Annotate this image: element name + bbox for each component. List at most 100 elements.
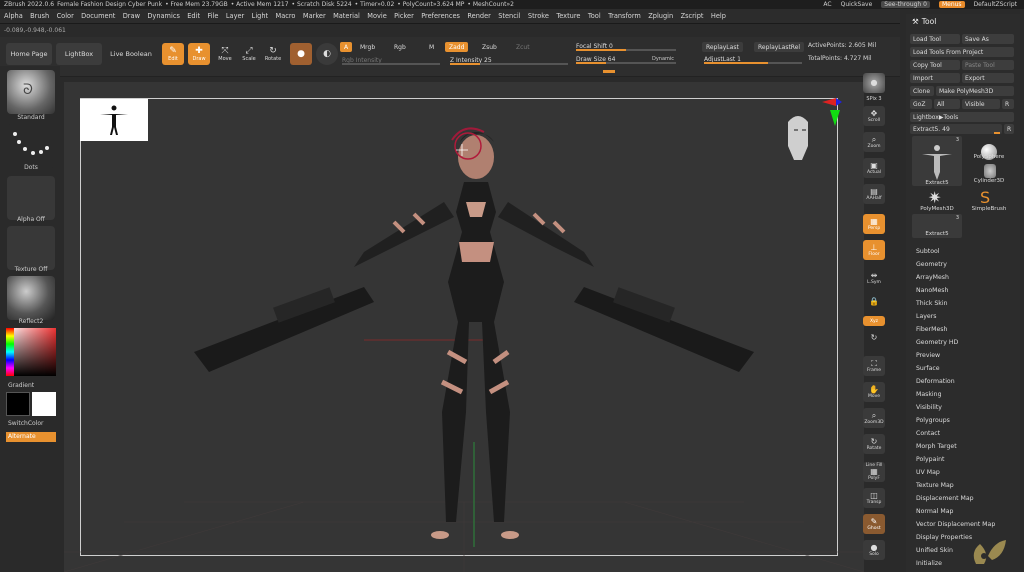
load-tool-button[interactable]: Load Tool [910, 34, 960, 44]
menu-brush[interactable]: Brush [30, 12, 49, 20]
menu-preferences[interactable]: Preferences [421, 12, 460, 20]
section-display-properties[interactable]: Display Properties [916, 534, 972, 541]
adjustlast-slider[interactable]: AdjustLast 1 [704, 54, 802, 64]
tool-thumb-simplebrush-label[interactable]: SimpleBrush [964, 206, 1014, 212]
paste-tool-button[interactable]: Paste Tool [962, 60, 1014, 70]
xyz-toggle[interactable]: Xyz [863, 316, 885, 326]
section-visibility[interactable]: Visibility [916, 404, 942, 411]
menu-marker[interactable]: Marker [303, 12, 326, 20]
move-mode-button[interactable]: ⤧ Move [214, 43, 236, 65]
menu-stencil[interactable]: Stencil [498, 12, 520, 20]
section-surface[interactable]: Surface [916, 365, 940, 372]
texture-thumb[interactable] [7, 226, 55, 270]
copy-tool-button[interactable]: Copy Tool [910, 60, 960, 70]
transp-toggle[interactable]: ◫ Transp [863, 488, 885, 508]
tool-thumb-polymesh3d-label[interactable]: PolyMesh3D [912, 206, 962, 212]
rgb-toggle[interactable]: Rgb [390, 42, 410, 52]
hue-strip[interactable] [6, 328, 14, 376]
tool-slider-r-button[interactable]: R [1004, 124, 1014, 134]
replaylastrel-button[interactable]: ReplayLastRel [754, 42, 805, 52]
load-tools-from-project-button[interactable]: Load Tools From Project [910, 47, 1014, 57]
zsub-toggle[interactable]: Zsub [478, 42, 501, 52]
section-initialize[interactable]: Initialize [916, 560, 942, 567]
section-vector-displacement-map[interactable]: Vector Displacement Map [916, 521, 995, 528]
clone-button[interactable]: Clone [910, 86, 934, 96]
mrgb-toggle[interactable]: Mrgb [356, 42, 379, 52]
alternate-button[interactable]: Alternate [6, 432, 56, 442]
local-symmetry-button[interactable]: ⇹ L.Sym [863, 268, 885, 288]
lightbox-button[interactable]: LightBox [56, 43, 102, 65]
actual-button[interactable]: ▣ Actual [863, 158, 885, 178]
tool-select-slider[interactable]: Extract5. 49 [910, 124, 1002, 134]
section-thick-skin[interactable]: Thick Skin [916, 300, 948, 307]
menu-light[interactable]: Light [252, 12, 268, 20]
section-deformation[interactable]: Deformation [916, 378, 955, 385]
menu-draw[interactable]: Draw [123, 12, 140, 20]
menu-layer[interactable]: Layer [226, 12, 244, 20]
aahalf-button[interactable]: ▤ AAHalf [863, 184, 885, 204]
section-morph-target[interactable]: Morph Target [916, 443, 957, 450]
axis-gizmo[interactable] [822, 98, 842, 126]
default-zscript-button[interactable]: DefaultZScript [974, 1, 1017, 8]
scroll-button[interactable]: ✥ Scroll [863, 106, 885, 126]
brush-standard-thumb[interactable]: ᘐ [7, 70, 55, 114]
focal-shift-slider[interactable]: Focal Shift 0 [576, 41, 676, 51]
goz-button[interactable]: GoZ [910, 99, 932, 109]
menu-alpha[interactable]: Alpha [4, 12, 23, 20]
section-texture-map[interactable]: Texture Map [916, 482, 954, 489]
floor-toggle[interactable]: ⊥ Floor [863, 240, 885, 260]
section-nanomesh[interactable]: NanoMesh [916, 287, 948, 294]
lightbox-tools-button[interactable]: Lightbox▶Tools [910, 112, 1014, 122]
section-normal-map[interactable]: Normal Map [916, 508, 953, 515]
tool-thumb-cylinder3d-label[interactable]: Cylinder3D [964, 178, 1014, 184]
section-geometry-hd[interactable]: Geometry HD [916, 339, 958, 346]
menus-toggle[interactable]: Menus [938, 1, 965, 8]
section-uv-map[interactable]: UV Map [916, 469, 940, 476]
primary-color-swatch[interactable] [32, 392, 56, 416]
all-button[interactable]: All [934, 99, 960, 109]
z-intensity-slider[interactable]: Z Intensity 25 [450, 55, 568, 65]
polyf-toggle[interactable]: Line Fill ▦ PolyF [863, 462, 885, 482]
menu-color[interactable]: Color [57, 12, 74, 20]
make-polymesh3d-button[interactable]: Make PolyMesh3D [936, 86, 1014, 96]
section-unified-skin[interactable]: Unified Skin [916, 547, 953, 554]
ghost-toggle[interactable]: ✎ Ghost [863, 514, 885, 534]
export-button[interactable]: Export [962, 73, 1014, 83]
section-fibermesh[interactable]: FiberMesh [916, 326, 947, 333]
section-polygroups[interactable]: Polygroups [916, 417, 950, 424]
move-view-button[interactable]: ✋ Move [863, 382, 885, 402]
section-displacement-map[interactable]: Displacement Map [916, 495, 974, 502]
live-boolean-button[interactable]: Live Boolean [106, 43, 156, 65]
menu-tool[interactable]: Tool [588, 12, 601, 20]
a-toggle[interactable]: A [340, 42, 353, 52]
dynamic-toggle[interactable]: Dynamic [648, 54, 678, 64]
menu-edit[interactable]: Edit [187, 12, 200, 20]
replaylast-button[interactable]: ReplayLast [702, 42, 743, 52]
persp-toggle[interactable]: ▦ Persp [863, 214, 885, 234]
menu-document[interactable]: Document [81, 12, 115, 20]
see-through-slider[interactable]: See-through 0 [881, 1, 930, 8]
menu-render[interactable]: Render [467, 12, 490, 20]
frame-button[interactable]: ⛶ Frame [863, 356, 885, 376]
menu-texture[interactable]: Texture [556, 12, 580, 20]
section-layers[interactable]: Layers [916, 313, 936, 320]
section-contact[interactable]: Contact [916, 430, 940, 437]
lock-button[interactable]: 🔒 [863, 292, 885, 312]
material-sphere-button[interactable]: ● [290, 43, 312, 65]
solo-toggle[interactable]: ● Solo [863, 540, 885, 560]
home-page-button[interactable]: Home Page [6, 43, 52, 65]
section-polypaint[interactable]: Polypaint [916, 456, 944, 463]
menu-picker[interactable]: Picker [394, 12, 414, 20]
menu-material[interactable]: Material [333, 12, 360, 20]
visible-button[interactable]: Visible [962, 99, 1000, 109]
rotate-view-button[interactable]: ↻ Rotate [863, 434, 885, 454]
zadd-toggle[interactable]: Zadd [445, 42, 469, 52]
section-arraymesh[interactable]: ArrayMesh [916, 274, 949, 281]
secondary-color-swatch[interactable] [6, 392, 30, 416]
zcut-toggle[interactable]: Zcut [512, 42, 534, 52]
scale-mode-button[interactable]: ⤢ Scale [238, 43, 260, 65]
switchcolor-button[interactable]: SwitchColor [0, 420, 62, 427]
bpr-render-button[interactable]: ● [863, 73, 885, 93]
menu-zscript[interactable]: Zscript [681, 12, 704, 20]
draw-mode-button[interactable]: ✚ Draw [188, 43, 210, 65]
